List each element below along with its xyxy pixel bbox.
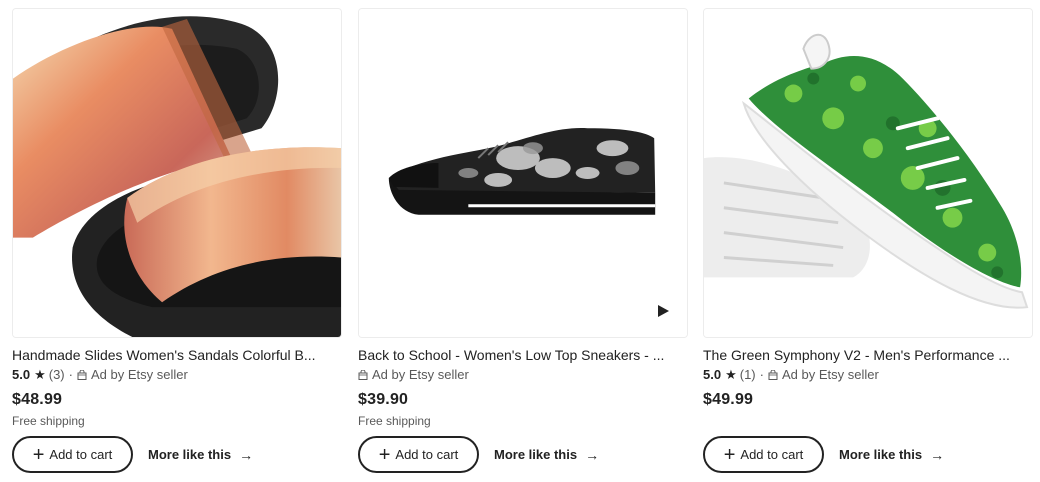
separator-dot: · [759,367,764,382]
product-meta: 5.0 ★ (1) · Ad by Etsy seller [703,367,1033,383]
plus-icon: + [32,443,45,466]
product-meta: Ad by Etsy seller [358,367,688,383]
arrow-right-icon: → [585,446,600,463]
product-price: $39.90 [358,391,409,408]
product-card[interactable]: Handmade Slides Women's Sandals Colorful… [12,8,342,478]
ad-label: Ad by Etsy seller [90,367,188,382]
more-like-this-label: More like this [494,447,578,462]
product-price: $49.99 [703,391,754,408]
product-grid: Handmade Slides Women's Sandals Colorful… [0,0,1040,482]
play-icon[interactable] [658,305,669,317]
add-to-cart-button[interactable]: + Add to cart [12,436,133,473]
product-image-green-sneakers[interactable] [703,8,1033,338]
card-actions: + Add to cart More like this → [12,436,253,473]
review-count: (1) [739,367,756,382]
more-like-this-label: More like this [148,447,232,462]
product-title[interactable]: The Green Symphony V2 - Men's Performanc… [703,346,1033,364]
star-icon: ★ [34,367,46,382]
add-to-cart-button[interactable]: + Add to cart [703,436,824,473]
shipping-label: Free shipping [358,414,431,428]
more-like-this-link[interactable]: More like this → [839,447,944,463]
arrow-right-icon: → [239,446,254,463]
card-actions: + Add to cart More like this → [703,436,944,473]
arrow-right-icon: → [930,446,945,463]
product-title[interactable]: Back to School - Women's Low Top Sneaker… [358,346,688,364]
shipping-label: Free shipping [12,414,85,428]
product-price: $48.99 [12,391,63,408]
more-like-this-link[interactable]: More like this → [494,447,599,463]
shopping-bag-icon [358,370,368,380]
rating-value: 5.0 [703,367,722,382]
product-meta: 5.0 ★ (3) · Ad by Etsy seller [12,367,342,383]
card-actions: + Add to cart More like this → [358,436,599,473]
plus-icon: + [723,443,736,466]
product-card[interactable]: Back to School - Women's Low Top Sneaker… [358,8,688,478]
separator-dot: · [68,367,73,382]
plus-icon: + [378,443,391,466]
rating-value: 5.0 [12,367,31,382]
review-count: (3) [48,367,65,382]
more-like-this-link[interactable]: More like this → [148,447,253,463]
ad-label: Ad by Etsy seller [781,367,879,382]
product-title[interactable]: Handmade Slides Women's Sandals Colorful… [12,346,342,364]
add-to-cart-label: Add to cart [740,447,804,462]
product-image-sneakers[interactable] [358,8,688,338]
product-image-sandals[interactable] [12,8,342,338]
shopping-bag-icon [768,370,778,380]
green-sneaker-illustration [704,9,1032,337]
more-like-this-label: More like this [839,447,923,462]
product-card[interactable]: The Green Symphony V2 - Men's Performanc… [703,8,1033,478]
add-to-cart-label: Add to cart [395,447,459,462]
shopping-bag-icon [77,370,87,380]
star-icon: ★ [725,367,737,382]
sneaker-illustration [359,9,687,337]
sandals-illustration [13,9,341,337]
ad-label: Ad by Etsy seller [372,367,469,382]
add-to-cart-button[interactable]: + Add to cart [358,436,479,473]
add-to-cart-label: Add to cart [49,447,113,462]
